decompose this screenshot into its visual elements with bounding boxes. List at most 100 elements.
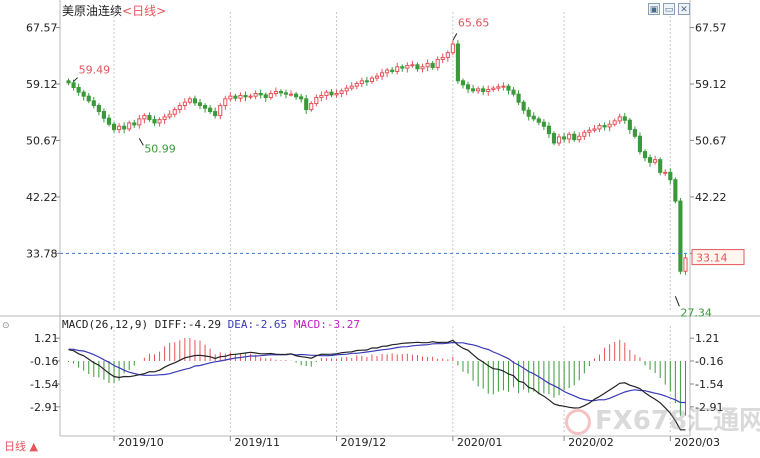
macd-y-tick-left: -2.91 [30, 401, 58, 414]
candle-body [288, 93, 294, 96]
candle-body [294, 93, 299, 98]
candle-body [152, 119, 157, 124]
candle-body [567, 133, 572, 140]
restore-icon[interactable]: ▣ [648, 3, 660, 15]
candle-body [248, 95, 253, 98]
candle-body [218, 105, 223, 117]
y-tick-label-right: 59.12 [695, 78, 727, 91]
candle-body [476, 88, 481, 92]
minimize-icon[interactable]: ▭ [663, 3, 675, 15]
candle-body [551, 133, 557, 144]
candle-body [364, 80, 369, 83]
candle-body [304, 98, 309, 111]
candle-body [202, 105, 208, 109]
period-selector[interactable]: <日线> [122, 4, 166, 18]
annotation-label: 50.99 [144, 142, 176, 155]
candle-body [278, 91, 283, 94]
candle-body [556, 136, 562, 144]
candle-body [496, 86, 501, 89]
logo-icon [565, 408, 591, 435]
candle-body [127, 122, 132, 130]
close-icon[interactable]: ✕ [678, 3, 690, 15]
candle-body [627, 119, 632, 131]
candle-body [299, 96, 304, 100]
instrument-name: 美原油连续 [62, 4, 123, 18]
candle-body [572, 133, 577, 141]
x-tick-label: 2019/12 [341, 436, 387, 449]
macd-y-tick-right: 1.21 [695, 332, 720, 345]
candle-body [167, 113, 172, 118]
candle-body [607, 123, 612, 128]
x-tick-label: 2020/01 [457, 436, 503, 449]
candle-body [592, 128, 597, 131]
macd-diff-value: DIFF:-4.29 [154, 318, 221, 331]
y-tick-label-left: 59.12 [26, 78, 58, 91]
watermark-text: FX678汇通网 [595, 406, 760, 436]
candle-body [233, 95, 238, 99]
candle-body [142, 115, 147, 120]
candle-body [354, 82, 359, 87]
candle-body [71, 82, 76, 88]
candle-body [632, 129, 637, 137]
candle-body [430, 62, 435, 68]
candle-body [243, 95, 248, 98]
candle-body [435, 58, 440, 68]
price-axis-right: 67.5759.1250.6742.2233.78 [690, 22, 727, 260]
macd-header: MACD(26,12,9) DIFF:-4.29 DEA:-2.65 MACD:… [62, 318, 360, 331]
candle-body [81, 91, 86, 97]
candle-body [137, 118, 142, 126]
candle-body [390, 69, 395, 72]
candle-body [526, 109, 531, 117]
candle-body [642, 151, 648, 159]
y-tick-label-right: 67.57 [695, 22, 727, 35]
candle-body [228, 95, 233, 100]
candle-body [582, 131, 587, 137]
candle-body [405, 64, 410, 69]
candle-body [334, 93, 339, 96]
annotation-leader [138, 138, 144, 146]
candle-body [213, 111, 218, 117]
macd-macd-value: MACD:-3.27 [293, 318, 361, 331]
macd-axis-left: 1.21 -0.16 -1.54 -2.91 [30, 332, 60, 414]
annotation-label: 27.34 [680, 306, 712, 319]
candle-body [379, 72, 385, 77]
annotation-label: 59.49 [79, 64, 111, 77]
drag-handle-icon[interactable]: ⊙ [2, 321, 10, 331]
x-tick-label: 2020/03 [674, 436, 720, 449]
candle-body [465, 84, 471, 90]
candle-body [445, 52, 450, 58]
y-tick-label-left: 42.22 [26, 191, 58, 204]
candle-body [106, 117, 112, 125]
chart-canvas: 67.57 59.12 50.67 42.22 33.78 67.57 59.12 50.6… [0, 0, 760, 449]
y-tick-label-right: 50.67 [695, 134, 727, 147]
candle-body [162, 116, 167, 121]
candle-body [400, 66, 405, 69]
candle-body [668, 171, 673, 181]
candle-body [339, 90, 344, 95]
candle-body [658, 159, 663, 173]
candle-body [617, 116, 622, 122]
candle-body [673, 179, 678, 202]
candle-body [273, 91, 278, 95]
candle-body [663, 171, 668, 174]
candle-body [283, 92, 289, 95]
macd-y-tick-left: -0.16 [30, 355, 58, 368]
candle-body [516, 93, 521, 103]
candle-body [460, 80, 466, 86]
price-axis-left: 67.57 59.12 50.67 42.22 33.78 [26, 22, 60, 260]
candle-body [425, 62, 430, 68]
candle-body [612, 120, 617, 125]
x-axis: 2019/10 2019/11 2019/12 2020/01 2020/02 2020/… [113, 436, 720, 449]
candle-body [491, 87, 496, 90]
candle-body [440, 56, 445, 60]
chart-title: 美原油连续<日线> [62, 2, 166, 19]
candle-body [546, 125, 552, 135]
x-tick-label: 2019/11 [234, 436, 280, 449]
candle-body [147, 115, 152, 121]
candle-body [76, 86, 81, 93]
candle-body [253, 93, 258, 97]
candle-body [521, 101, 526, 111]
period-label[interactable]: 日线 ▲ [4, 438, 38, 454]
candle-body [157, 119, 162, 124]
current-price-label: 33.14 [696, 252, 728, 265]
